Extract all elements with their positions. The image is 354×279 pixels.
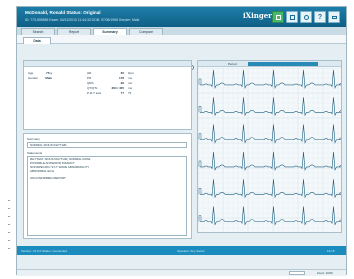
help-icon[interactable]: ?	[314, 11, 326, 23]
measurements-panel: Age 76 y Gender Male HR 66 bpm PR 178 ms…	[23, 60, 192, 130]
hr-label: HR	[87, 71, 92, 75]
calibration-pulse	[198, 188, 202, 195]
status-center: Operator: Any doctor	[177, 249, 205, 253]
interpretation-panel: Summary NORMAL SINUS RHYTHM Statements R…	[23, 133, 192, 239]
calibration-pulse	[198, 215, 202, 222]
pr-unit: ms	[128, 76, 132, 80]
main-tabs: Search Report Summary Compare	[17, 27, 346, 35]
tab-search[interactable]: Search	[21, 28, 55, 35]
pr-label: PR	[87, 76, 92, 80]
statements-field[interactable]: RHYTHM: SINUS RHYTHM, NORMAL RATE POSSIB…	[27, 156, 187, 236]
axis-label: P-R-T axis	[87, 91, 102, 95]
patient-name: McDonald, Ronald Status: Original	[25, 10, 101, 15]
ecg-lead-trace	[200, 97, 341, 117]
sub-tabs: Data Period Default Printer Page 1/1	[17, 35, 346, 71]
calibration-pulse	[198, 133, 202, 140]
qt-label: QT/QTc	[87, 86, 98, 90]
tab-summary[interactable]: Summary	[93, 28, 127, 35]
statement-line: ABNORMAL ECG	[30, 169, 55, 173]
qt-unit: ms	[128, 86, 132, 90]
patient-meta: ID: 773-555555 Exam: 04/12/2010 11:44:33…	[25, 18, 140, 22]
gender-label: Gender	[28, 76, 39, 80]
status-bar: Version: V1.0.0 Status: Connected Operat…	[17, 246, 346, 255]
qrs-label: QRS	[87, 81, 94, 85]
ecg-lead-trace	[200, 179, 341, 199]
ecg-period-label: Period	[228, 62, 237, 66]
gender-value: Male	[45, 76, 52, 80]
ecg-viewer[interactable]: Period	[197, 60, 342, 233]
ecg-lead-trace	[200, 206, 341, 226]
brand-logo: iXinger	[243, 11, 272, 20]
compare-icon[interactable]	[286, 11, 298, 23]
zoom-label: Zoom: 100%	[317, 271, 333, 275]
tab-data[interactable]: Data	[23, 37, 51, 44]
measurements-panel-header	[24, 61, 191, 67]
report-icon[interactable]	[272, 11, 284, 23]
status-clock: 14:15	[327, 249, 335, 253]
calibration-pulse	[198, 160, 202, 167]
axis-value: 77	[120, 91, 124, 95]
ecg-period-selector[interactable]	[248, 62, 318, 66]
tab-compare[interactable]: Compare	[129, 28, 163, 35]
ecg-lead-trace	[200, 124, 341, 144]
qrs-value: 96	[120, 81, 124, 85]
ecg-trace-area	[198, 68, 341, 232]
title-bar: McDonald, Ronald Status: Original ID: 77…	[17, 7, 346, 27]
hr-unit: bpm	[128, 71, 134, 75]
age-label: Age	[28, 71, 34, 75]
pr-value: 178	[118, 76, 124, 80]
axis-unit: 73	[128, 91, 132, 95]
tab-report[interactable]: Report	[57, 28, 91, 35]
summary-field[interactable]: NORMAL SINUS RHYTHM	[27, 142, 187, 148]
summary-label: Summary	[27, 137, 40, 141]
settings-icon[interactable]	[300, 11, 312, 23]
age-value: 76 y	[46, 71, 52, 75]
exit-icon[interactable]	[328, 11, 340, 23]
calibration-pulse	[198, 106, 202, 113]
statement-line: UNCONFIRMED REPORT	[30, 176, 66, 180]
calibration-pulse	[198, 78, 202, 85]
application-window: McDonald, Ronald Status: Original ID: 77…	[16, 6, 347, 276]
side-ruler	[8, 200, 11, 250]
bottom-strip: Zoom: 100%	[17, 269, 346, 276]
status-left: Version: V1.0.0 Status: Connected	[21, 249, 67, 253]
ecg-lead-trace	[200, 151, 341, 172]
ecg-header: Period	[198, 61, 341, 67]
qt-value: 384 / 405	[111, 86, 124, 90]
statements-label: Statements	[27, 151, 43, 155]
qrs-unit: ms	[128, 81, 132, 85]
hr-value: 66	[120, 71, 124, 75]
zoom-input[interactable]	[289, 271, 305, 275]
ecg-lead-trace	[200, 69, 341, 90]
